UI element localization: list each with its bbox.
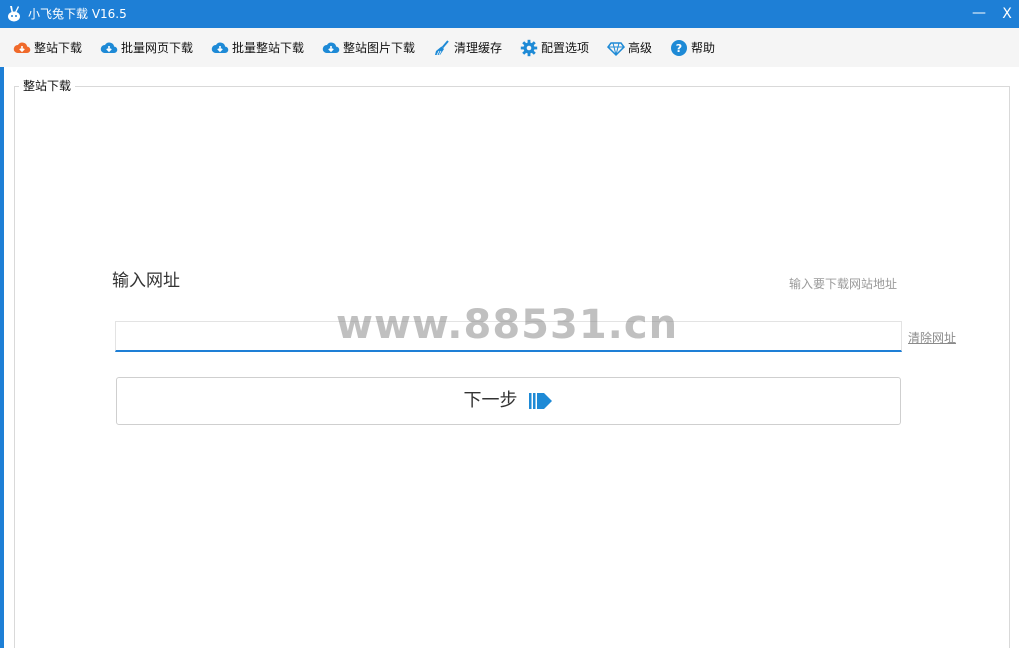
title-bar: 小飞兔下载 V16.5 — X xyxy=(0,0,1019,28)
close-button[interactable]: X xyxy=(995,0,1019,28)
cloud-download-icon xyxy=(322,42,340,53)
next-step-label: 下一步 xyxy=(463,390,518,411)
toolbar-batch-site-download[interactable]: 批量整站下载 xyxy=(211,28,304,67)
broom-icon xyxy=(435,39,449,55)
toolbar-help[interactable]: ? 帮助 xyxy=(670,28,715,67)
download-orange-icon xyxy=(13,42,31,53)
url-hint-text: 输入要下载网站地址 xyxy=(788,277,897,291)
arrow-right-icon xyxy=(528,393,552,409)
minimize-button[interactable]: — xyxy=(966,0,992,28)
toolbar-batch-page-download[interactable]: 批量网页下载 xyxy=(100,28,193,67)
left-accent-bar xyxy=(0,67,4,648)
toolbar-label: 配置选项 xyxy=(541,40,590,55)
toolbar-site-download[interactable]: 整站下载 xyxy=(13,28,82,67)
toolbar-advanced[interactable]: 高级 xyxy=(607,28,652,67)
toolbar-label: 整站图片下载 xyxy=(343,40,416,55)
toolbar-label: 清理缓存 xyxy=(454,40,503,55)
window-title: 小飞兔下载 V16.5 xyxy=(28,7,127,21)
cloud-download-icon xyxy=(100,42,118,53)
rabbit-logo-icon xyxy=(8,6,20,22)
help-icon: ? xyxy=(671,39,687,56)
clear-url-link[interactable]: 清除网址 xyxy=(908,331,956,345)
toolbar-config-options[interactable]: 配置选项 xyxy=(520,28,589,67)
cloud-download-icon xyxy=(211,42,229,53)
toolbar-label: 高级 xyxy=(628,40,653,55)
gear-icon xyxy=(520,39,538,56)
toolbar-site-image-download[interactable]: 整站图片下载 xyxy=(322,28,415,67)
toolbar-clear-cache[interactable]: 清理缓存 xyxy=(433,28,502,67)
diamond-icon xyxy=(607,41,625,56)
toolbar-label: 整站下载 xyxy=(34,40,83,55)
svg-text:?: ? xyxy=(676,42,682,55)
toolbar-label: 帮助 xyxy=(691,40,716,55)
toolbar: 整站下载 批量网页下载 批量整站下载 整站图片下载 清理缓存 配置选项 高级 ?… xyxy=(0,28,1019,67)
group-legend: 整站下载 xyxy=(19,79,76,93)
site-download-group xyxy=(14,86,1010,648)
next-step-button[interactable]: 下一步 xyxy=(116,377,901,425)
toolbar-label: 批量网页下载 xyxy=(121,40,194,55)
url-input[interactable] xyxy=(115,321,902,352)
toolbar-label: 批量整站下载 xyxy=(232,40,305,55)
url-section-title: 输入网址 xyxy=(112,271,180,291)
